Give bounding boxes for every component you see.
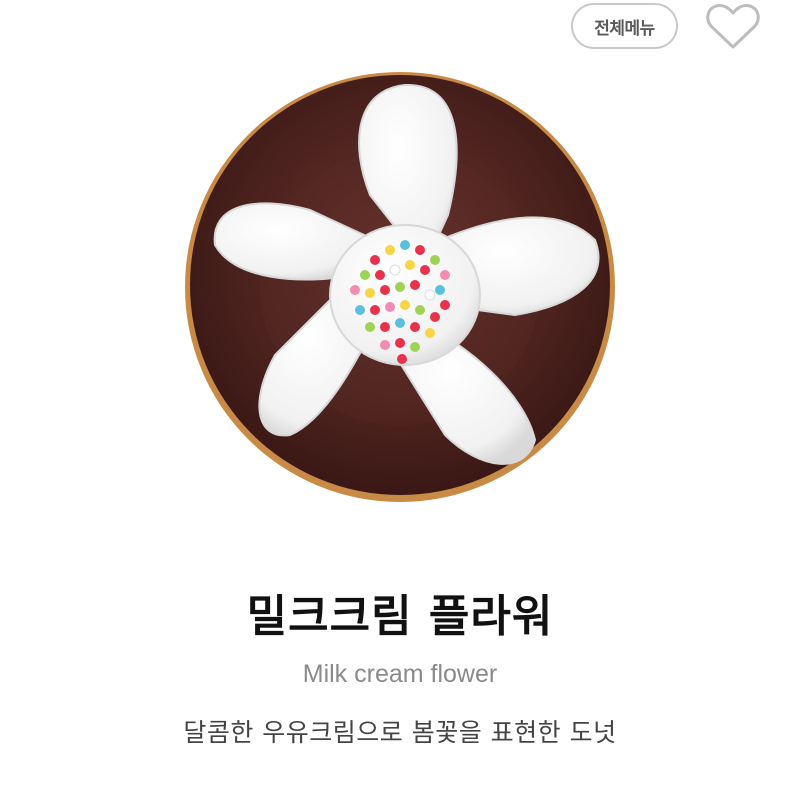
product-name: 밀크크림 플라워 — [246, 591, 554, 642]
donut-product-image — [180, 65, 620, 505]
product-name-english: Milk cream flower — [302, 660, 498, 688]
top-bar: 전체메뉴 — [0, 0, 800, 60]
product-description: 달콤한 우유크림으로 봄꽃을 표현한 도넛 — [183, 718, 617, 747]
all-menu-button[interactable]: 전체메뉴 — [571, 3, 678, 49]
heart-icon[interactable] — [703, 0, 763, 54]
